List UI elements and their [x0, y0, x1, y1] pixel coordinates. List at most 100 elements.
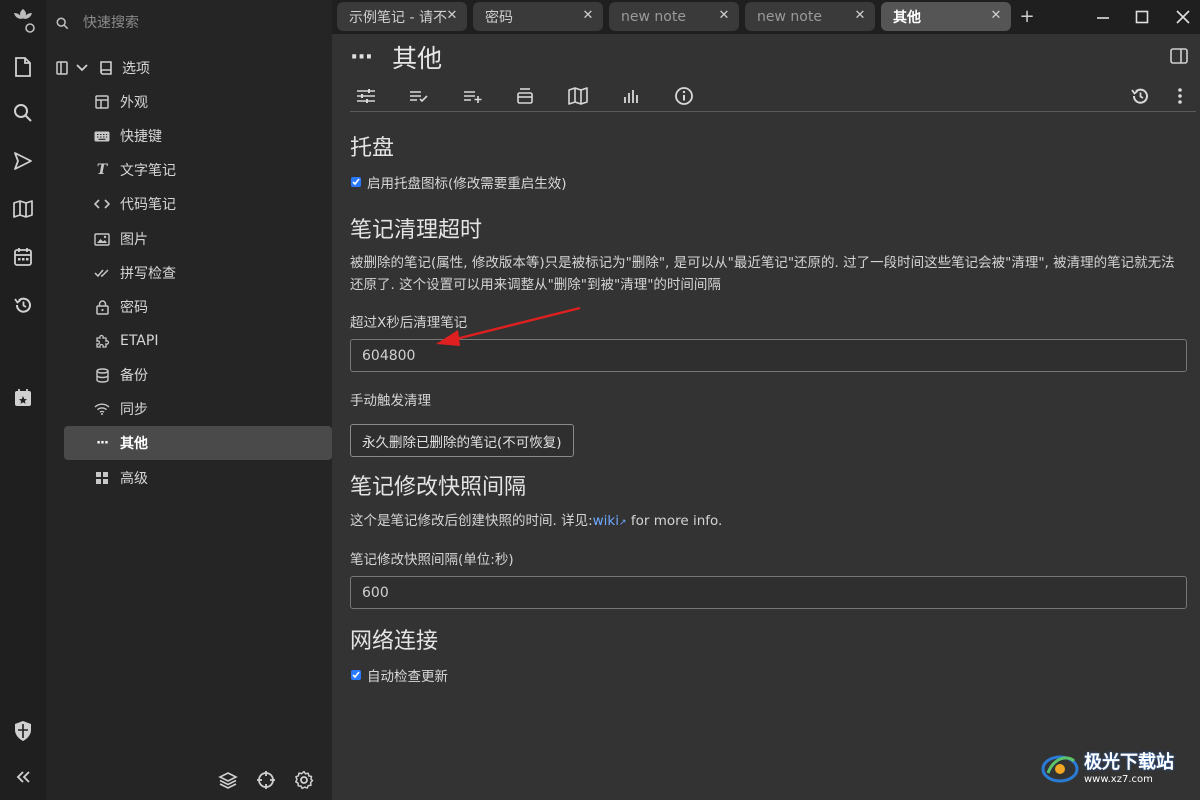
chevron-down-icon[interactable]	[76, 63, 88, 73]
close-icon[interactable]: ✕	[445, 8, 459, 23]
revision-heading: 笔记修改快照间隔	[350, 475, 527, 500]
map-icon[interactable]	[566, 84, 590, 108]
tab-label: new note	[621, 8, 686, 25]
external-link-icon: ↗	[619, 518, 627, 528]
watermark-text: 极光下载站	[1084, 752, 1174, 773]
tree-item-label: 快捷键	[120, 129, 162, 145]
crosshair-icon[interactable]	[254, 768, 278, 792]
tray-option[interactable]: 启用托盘图标(修改需要重启生效)	[350, 172, 567, 192]
bar-chart-icon[interactable]	[619, 84, 643, 108]
dots-icon: ···	[96, 435, 109, 451]
grid-icon	[94, 470, 110, 486]
check-double-icon	[94, 265, 110, 281]
new-tab-icon[interactable]: +	[1017, 6, 1037, 27]
wiki-link[interactable]: wiki	[593, 513, 619, 529]
hoist-icon[interactable]	[56, 61, 68, 75]
watermark-url: www.xz7.com	[1084, 774, 1153, 785]
tree-item-label: 密码	[120, 300, 148, 316]
app-logo-icon[interactable]	[8, 6, 38, 36]
image-icon	[94, 231, 110, 247]
info-icon[interactable]	[672, 84, 696, 108]
tray-checkbox[interactable]	[351, 177, 361, 187]
close-window-icon[interactable]	[1172, 6, 1194, 28]
tray-heading: 托盘	[350, 136, 395, 161]
tab-label: 密码	[485, 9, 513, 26]
update-check-option[interactable]: 自动检查更新	[350, 665, 448, 685]
toggle-right-pane-icon[interactable]	[1170, 48, 1190, 68]
tree-root-options[interactable]: 选项	[56, 56, 150, 80]
tab-label: 其他	[893, 9, 921, 26]
tree-item-spellcheck[interactable]: 拼写检查	[64, 256, 332, 290]
note-title-row: ··· 其他	[350, 38, 442, 76]
revision-description: 这个是笔记修改后创建快照的时间. 详见:wiki↗ for more info.	[350, 510, 1186, 534]
tab-sample-note[interactable]: 示例笔记 - 请不 ✕	[337, 2, 467, 31]
tab-password[interactable]: 密码 ✕	[473, 2, 603, 31]
sliders-icon[interactable]	[354, 84, 378, 108]
keyboard-icon	[94, 128, 110, 144]
tree-item-backup[interactable]: 备份	[64, 358, 332, 392]
erase-heading: 笔记清理超时	[350, 218, 483, 243]
tree-item-appearance[interactable]: 外观	[64, 85, 332, 119]
tree-item-code-notes[interactable]: 代码笔记	[64, 187, 332, 221]
update-check-label: 自动检查更新	[367, 669, 448, 685]
update-check-checkbox[interactable]	[351, 670, 361, 680]
minimize-icon[interactable]	[1092, 6, 1114, 28]
revision-desc-suffix: for more info.	[626, 513, 723, 529]
launcher-bar	[0, 0, 46, 800]
quick-search	[52, 8, 322, 38]
quick-search-input[interactable]	[83, 15, 283, 31]
tab-bar: 示例笔记 - 请不 ✕ 密码 ✕ new note ✕ new note ✕ 其…	[332, 0, 1200, 34]
layers-icon[interactable]	[216, 768, 240, 792]
tree-item-other[interactable]: ··· 其他	[64, 426, 332, 460]
tab-new-note[interactable]: new note ✕	[609, 2, 739, 31]
close-icon[interactable]: ✕	[581, 8, 595, 23]
list-check-icon[interactable]	[407, 84, 431, 108]
tree-item-password[interactable]: 密码	[64, 290, 332, 324]
search-icon[interactable]	[8, 98, 38, 128]
tree-root-label: 选项	[122, 61, 150, 77]
gear-icon[interactable]	[292, 768, 316, 792]
erase-description: 被删除的笔记(属性, 修改版本等)只是被标记为"删除", 是可以从"最近笔记"还…	[350, 255, 1175, 293]
calendar-icon[interactable]	[8, 242, 38, 272]
tree-item-label: 拼写检查	[120, 266, 176, 282]
tree-item-sync[interactable]: 同步	[64, 392, 332, 426]
tree-item-label: 图片	[120, 232, 148, 248]
history-icon[interactable]	[8, 290, 38, 320]
note-title[interactable]: 其他	[392, 39, 442, 75]
watermark: 极光下载站 www.xz7.com	[1040, 748, 1174, 785]
watermark-logo-icon	[1040, 749, 1080, 785]
tree-toolbar	[216, 768, 316, 792]
close-icon[interactable]: ✕	[853, 8, 867, 23]
tree-item-text-notes[interactable]: T 文字笔记	[64, 153, 332, 187]
map-icon[interactable]	[8, 194, 38, 224]
database-icon	[94, 367, 110, 383]
tree-item-advanced[interactable]: 高级	[64, 461, 332, 495]
today-calendar-icon[interactable]	[8, 383, 38, 413]
network-heading: 网络连接	[350, 629, 439, 654]
list-add-icon[interactable]	[461, 84, 485, 108]
tree-item-images[interactable]: 图片	[64, 222, 332, 256]
tree-item-shortcuts[interactable]: 快捷键	[64, 119, 332, 153]
new-note-icon[interactable]	[8, 52, 38, 82]
tree-item-label: 文字笔记	[120, 163, 176, 179]
revision-desc-prefix: 这个是笔记修改后创建快照的时间. 详见:	[350, 513, 593, 529]
more-vertical-icon[interactable]	[1168, 84, 1192, 108]
note-icon: ···	[350, 44, 373, 70]
protected-session-icon[interactable]	[8, 716, 38, 746]
tab-other[interactable]: 其他 ✕	[881, 2, 1011, 31]
tree-item-label: 其他	[120, 436, 148, 452]
erase-deleted-notes-button[interactable]: 永久删除已删除的笔记(不可恢复)	[350, 424, 574, 457]
maximize-icon[interactable]	[1131, 6, 1153, 28]
tree-item-label: 高级	[120, 471, 148, 487]
card-stack-icon[interactable]	[513, 84, 537, 108]
close-icon[interactable]: ✕	[989, 8, 1003, 23]
send-icon[interactable]	[8, 146, 38, 176]
wifi-icon	[94, 401, 110, 417]
tree-item-etapi[interactable]: ETAPI	[64, 324, 332, 358]
note-revisions-icon[interactable]	[1128, 84, 1152, 108]
tab-new-note[interactable]: new note ✕	[745, 2, 875, 31]
collapse-sidebar-icon[interactable]	[8, 762, 38, 792]
close-icon[interactable]: ✕	[717, 8, 731, 23]
revision-interval-input[interactable]	[350, 576, 1187, 609]
tree-item-label: 备份	[120, 368, 148, 384]
